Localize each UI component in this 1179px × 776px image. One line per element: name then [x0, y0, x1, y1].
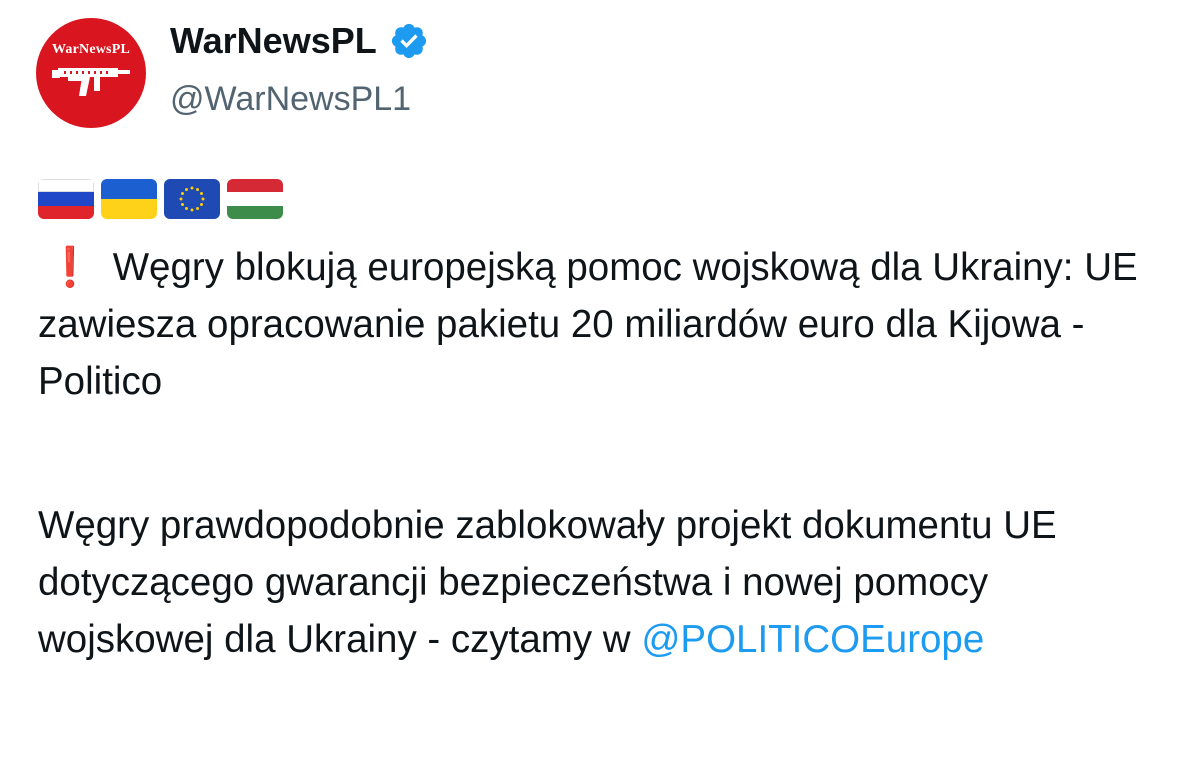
exclamation-icon: ❗: [46, 246, 94, 289]
post-text-1: Węgry blokują europejską pomoc wojskową …: [38, 246, 1138, 403]
ukraine-flag-icon: [101, 179, 157, 219]
post-paragraph-2: Węgry prawdopodobnie zablokowały projekt…: [38, 497, 1149, 668]
hungary-flag-icon: [227, 179, 283, 219]
verified-badge-icon: [391, 23, 426, 59]
avatar-logo-text: WarNewsPL: [51, 42, 130, 57]
post-paragraph-1: ❗ Węgry blokują europejską pomoc wojskow…: [38, 239, 1149, 410]
rifle-icon: [52, 68, 130, 96]
mention-link[interactable]: @POLITICOEurope: [641, 618, 984, 661]
author-name-row[interactable]: WarNewsPL: [170, 20, 429, 62]
author-name[interactable]: WarNewsPL: [170, 20, 377, 62]
author-handle[interactable]: @WarNewsPL1: [170, 80, 411, 119]
eu-flag-icon: [164, 179, 220, 219]
flag-row: [38, 179, 283, 219]
avatar[interactable]: WarNewsPL: [36, 18, 146, 128]
russia-flag-icon: [38, 179, 94, 219]
